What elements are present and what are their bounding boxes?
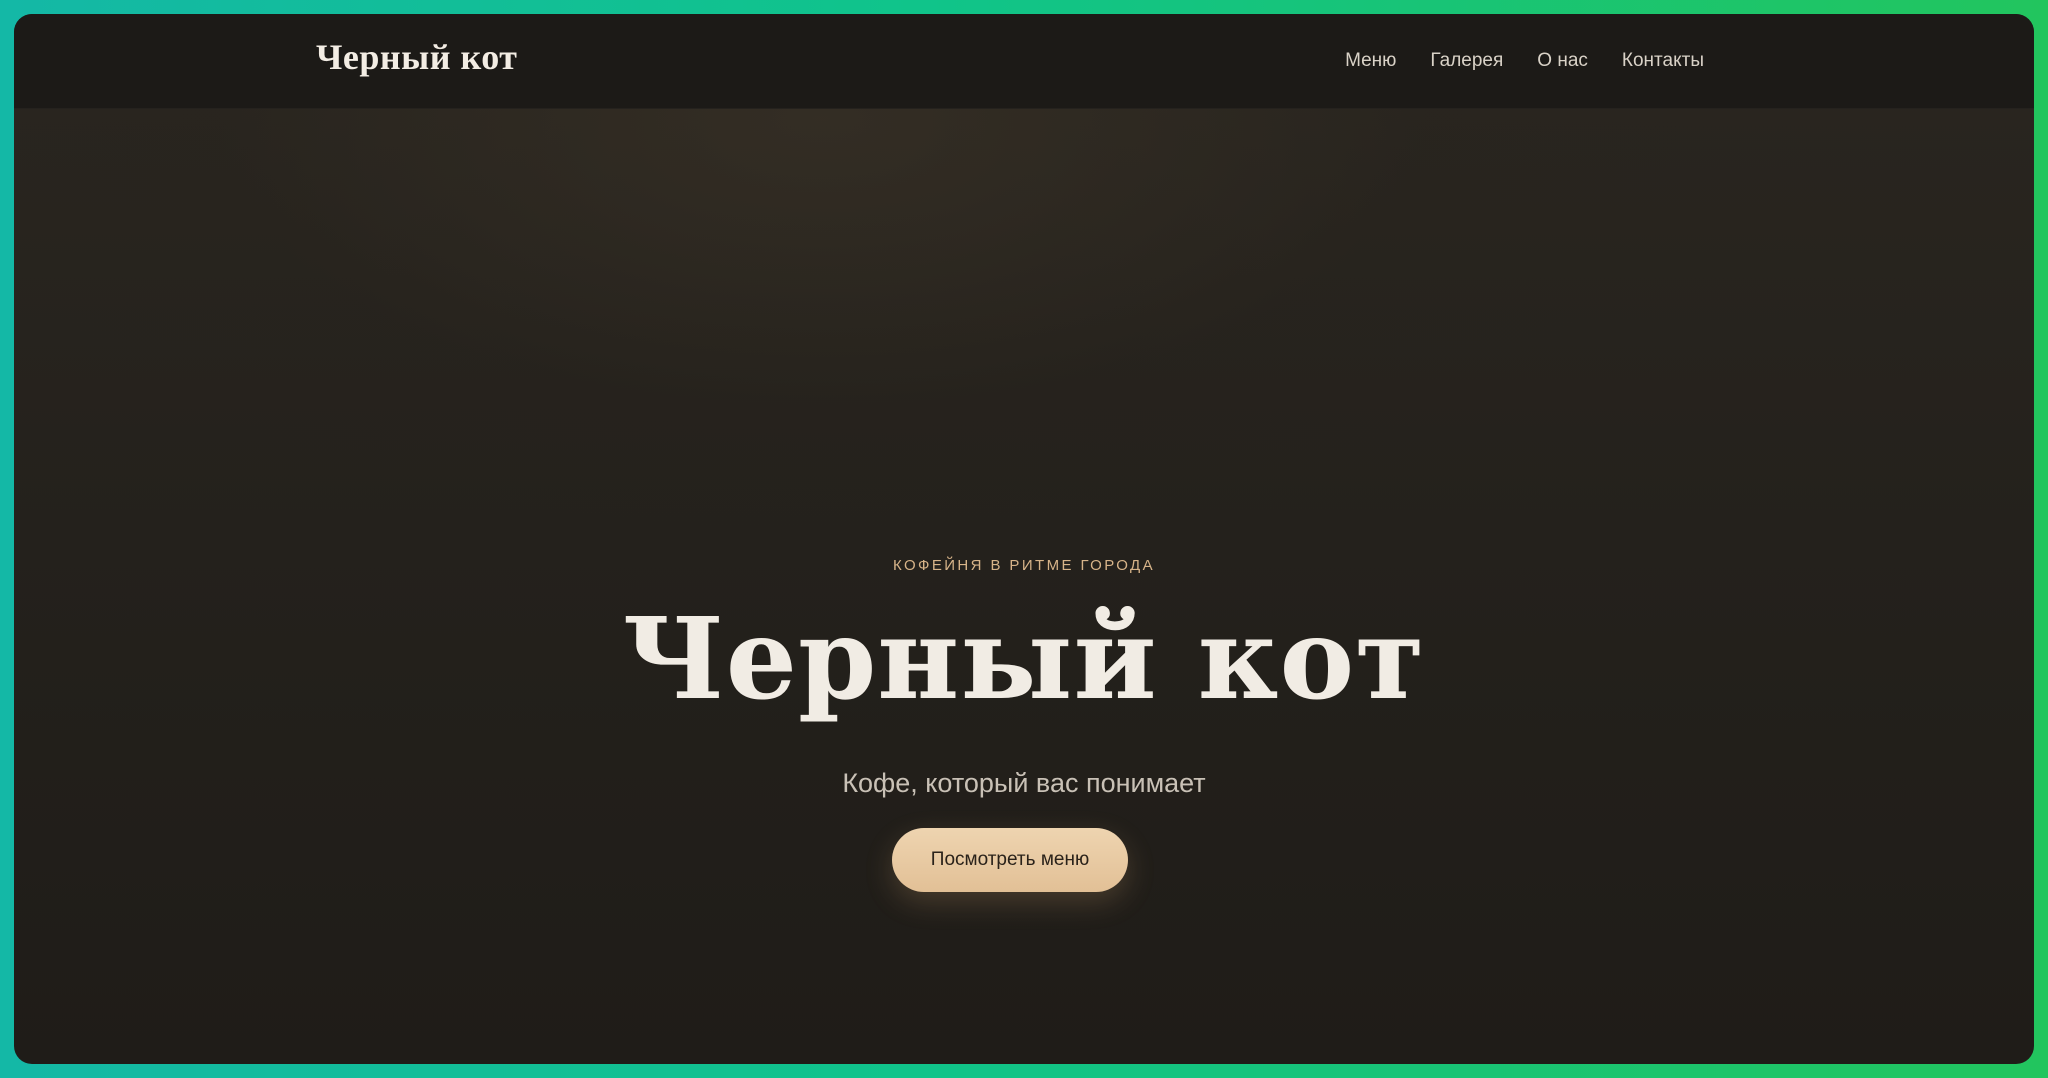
nav-link-gallery[interactable]: Галерея: [1430, 50, 1503, 72]
view-menu-button[interactable]: Посмотреть меню: [892, 828, 1128, 892]
hero-title: Черный кот: [622, 594, 1426, 725]
hero-eyebrow: КОФЕЙНЯ В РИТМЕ ГОРОДА: [893, 557, 1155, 574]
hero-subtitle: Кофе, который вас понимает: [842, 768, 1206, 798]
nav-links: Меню Галерея О нас Контакты: [1345, 14, 1704, 108]
nav-link-contacts[interactable]: Контакты: [1622, 50, 1704, 72]
site-logo[interactable]: Черный кот: [316, 36, 518, 78]
nav-link-menu[interactable]: Меню: [1345, 50, 1396, 72]
nav-link-about[interactable]: О нас: [1537, 50, 1588, 72]
page-frame: Черный кот Меню Галерея О нас Контакты К…: [14, 14, 2034, 1064]
top-navbar: Черный кот Меню Галерея О нас Контакты: [14, 14, 2034, 109]
hero-section: КОФЕЙНЯ В РИТМЕ ГОРОДА Черный кот Кофе, …: [14, 108, 2034, 1064]
